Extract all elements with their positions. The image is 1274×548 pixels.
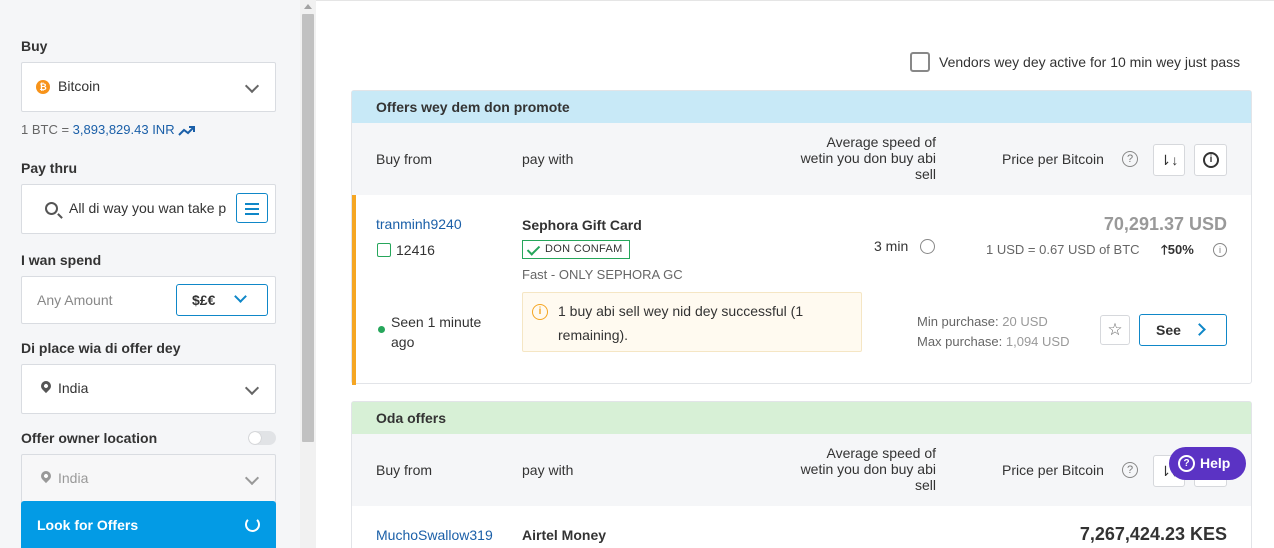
- see-label: See: [1156, 322, 1181, 338]
- sort-button[interactable]: ⇂↓: [1153, 144, 1185, 176]
- amount-placeholder: Any Amount: [37, 292, 113, 308]
- question-icon[interactable]: ?: [1122, 151, 1138, 167]
- crypto-select-value: Bitcoin: [58, 78, 101, 94]
- max-label: Max purchase:: [917, 334, 1006, 349]
- help-icon: ?: [1178, 455, 1195, 472]
- rate-value: 3,893,829.43 INR: [72, 122, 175, 137]
- seller-username[interactable]: tranminh9240: [376, 216, 462, 232]
- margin-value: 50%: [1167, 242, 1194, 257]
- active-vendors-label[interactable]: Vendors wey dey active for 10 min wey ju…: [939, 54, 1240, 70]
- payment-method: Sephora Gift Card: [522, 217, 642, 233]
- rate-prefix: 1 BTC =: [21, 122, 73, 137]
- look-for-offers-label: Look for Offers: [37, 517, 139, 533]
- crypto-select[interactable]: ₿ Bitcoin: [21, 62, 276, 112]
- last-seen: Seen 1 minute ago: [391, 314, 482, 350]
- offer-row[interactable]: tranminh9240 12416 Sephora Gift Card DON…: [352, 195, 1251, 385]
- help-button[interactable]: ? Help: [1169, 447, 1246, 480]
- min-value: 20 USD: [1002, 314, 1048, 329]
- owner-location-label: Offer owner location: [21, 430, 158, 446]
- info-icon: i: [532, 304, 548, 320]
- col-pay-with: pay with: [522, 151, 574, 167]
- conversion-rate: 1 USD = 0.67 USD of BTC: [986, 242, 1140, 257]
- info-icon[interactable]: i: [1213, 243, 1227, 257]
- promoted-offers-title: Offers wey dem don promote: [352, 91, 1251, 123]
- location-label: Di place wia di offer dey: [21, 340, 181, 356]
- offer-price: 7,267,424.23 KES: [1079, 524, 1227, 544]
- col-buy-from: Buy from: [376, 151, 433, 167]
- chevron-right-icon: [1193, 323, 1206, 336]
- thumbs-up-icon: [377, 243, 391, 257]
- other-offers-title: Oda offers: [352, 402, 1251, 434]
- offer-row[interactable]: MuchoSwallow319 Airtel Money 7,267,424.2…: [352, 506, 1251, 548]
- clock-icon: [920, 239, 935, 254]
- top-divider: [316, 0, 1274, 1]
- chevron-down-icon: [234, 290, 247, 303]
- question-icon[interactable]: ?: [1122, 462, 1138, 478]
- chevron-down-icon: [244, 78, 260, 94]
- currency-symbols: $£€: [192, 292, 216, 308]
- currency-select-button[interactable]: $£€: [176, 284, 268, 316]
- other-offers-panel: Oda offers Buy from pay with Average spe…: [351, 401, 1252, 548]
- col-average-speed: Average speed of wetin you don buy abi s…: [800, 134, 936, 182]
- search-icon: [45, 202, 58, 215]
- buy-label: Buy: [21, 38, 48, 54]
- location-pin-icon: [38, 468, 54, 484]
- note-text: 1 buy abi sell wey nid dey successful (1…: [558, 303, 804, 343]
- look-for-offers-button[interactable]: Look for Offers: [21, 501, 276, 548]
- owner-location-toggle[interactable]: [248, 431, 276, 445]
- offer-description: Fast - ONLY SEPHORA GC: [522, 267, 683, 282]
- location-pin-icon: [38, 378, 54, 394]
- see-offer-button[interactable]: See: [1139, 314, 1227, 346]
- purchase-limits: Min purchase: 20 USD Max purchase: 1,094…: [917, 312, 1069, 352]
- offer-price: 70,291.37 USD: [1103, 214, 1227, 234]
- seller-reputation: 12416: [396, 242, 435, 258]
- margin-percent: 🡑50%: [1161, 241, 1194, 263]
- online-status-dot: [378, 326, 385, 333]
- promoted-offers-panel: Offers wey dem don promote Buy from pay …: [351, 90, 1252, 385]
- owner-location-value: India: [58, 470, 89, 486]
- favorite-star-button[interactable]: ☆: [1100, 315, 1130, 345]
- payment-method: Airtel Money: [522, 527, 607, 543]
- location-value: India: [58, 380, 89, 396]
- chevron-down-icon: [244, 470, 260, 486]
- spend-label: I wan spend: [21, 252, 102, 268]
- payment-method-search[interactable]: All di way you wan take p: [21, 184, 276, 234]
- scrollbar-thumb[interactable]: [302, 14, 314, 442]
- verified-badge: DON CONFAM: [522, 240, 630, 259]
- col-price: Price per Bitcoin: [1002, 462, 1104, 478]
- max-value: 1,094 USD: [1005, 334, 1070, 349]
- btc-rate: 1 BTC = 3,893,829.43 INR: [21, 122, 196, 137]
- col-price: Price per Bitcoin: [1002, 151, 1104, 167]
- trade-requirement-note: i 1 buy abi sell wey nid dey successful …: [522, 292, 862, 352]
- seller-username[interactable]: MuchoSwallow319: [376, 527, 493, 543]
- list-filter-button[interactable]: [236, 193, 268, 223]
- help-label: Help: [1200, 455, 1231, 471]
- pay-label: Pay thru: [21, 160, 78, 176]
- payment-search-placeholder: All di way you wan take p: [69, 200, 227, 216]
- location-select[interactable]: India: [21, 364, 276, 414]
- scroll-up-icon[interactable]: [304, 4, 312, 9]
- owner-location-select[interactable]: India: [21, 454, 276, 504]
- trade-speed: 3 min: [874, 238, 909, 254]
- active-vendors-checkbox[interactable]: [910, 52, 930, 72]
- col-pay-with: pay with: [522, 462, 574, 478]
- trend-up-icon: [178, 125, 196, 136]
- refresh-icon: [245, 517, 260, 532]
- other-column-headers: Buy from pay with Average speed of wetin…: [352, 434, 1251, 506]
- info-icon: i: [1203, 152, 1219, 168]
- promoted-column-headers: Buy from pay with Average speed of wetin…: [352, 123, 1251, 195]
- sidebar-scrollbar[interactable]: [300, 0, 316, 548]
- amount-field[interactable]: Any Amount $£€: [21, 276, 276, 324]
- chevron-down-icon: [244, 380, 260, 396]
- col-buy-from: Buy from: [376, 462, 433, 478]
- info-button[interactable]: i: [1194, 144, 1227, 176]
- min-label: Min purchase:: [917, 314, 1003, 329]
- bitcoin-icon: ₿: [36, 80, 50, 94]
- filter-sidebar: Buy ₿ Bitcoin 1 BTC = 3,893,829.43 INR P…: [0, 0, 300, 548]
- arrow-up-icon: 🡑: [1161, 242, 1168, 257]
- col-average-speed: Average speed of wetin you don buy abi s…: [800, 445, 936, 493]
